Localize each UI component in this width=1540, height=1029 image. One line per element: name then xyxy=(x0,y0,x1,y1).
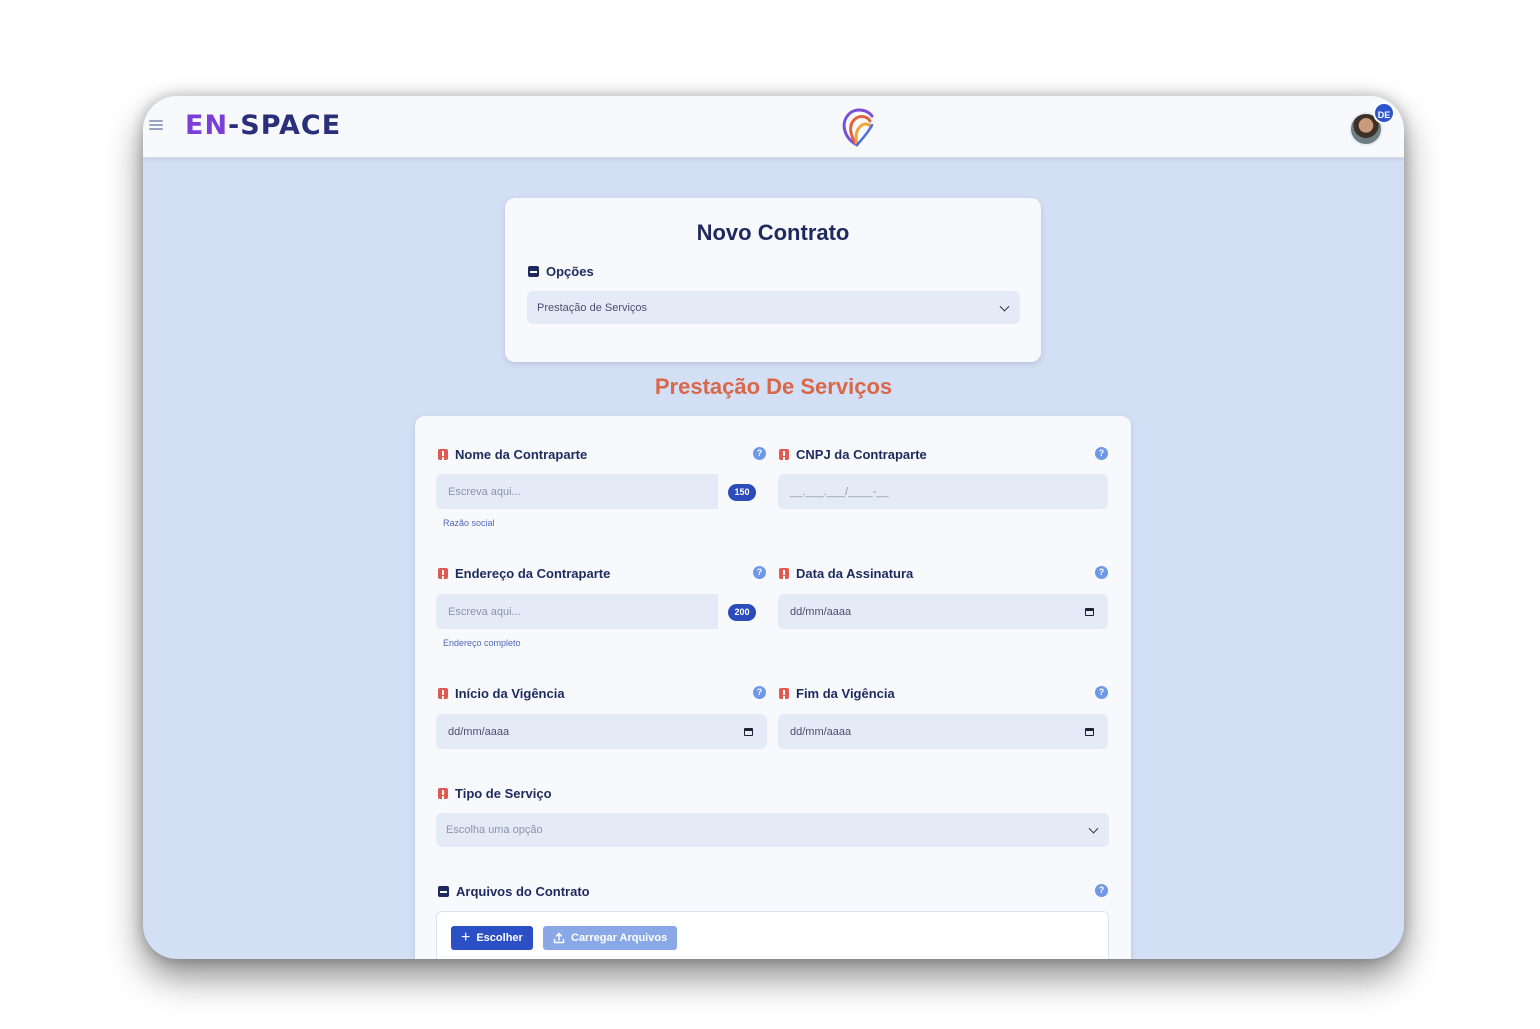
required-icon xyxy=(779,688,789,699)
contract-type-value: Prestação de Serviços xyxy=(537,301,648,314)
term-end-input[interactable]: dd/mm/aaaa xyxy=(778,714,1108,749)
counterparty-address-placeholder: Escreva aqui... xyxy=(448,605,521,618)
term-start-placeholder: dd/mm/aaaa xyxy=(448,725,510,738)
brand-logo-part-en: EN xyxy=(185,110,229,141)
term-end-placeholder: dd/mm/aaaa xyxy=(790,725,852,738)
term-start-label: Início da Vigência xyxy=(438,686,565,701)
help-icon[interactable]: ? xyxy=(1095,686,1108,699)
contract-files-label-text: Arquivos do Contrato xyxy=(456,884,590,899)
upload-files-button[interactable]: Carregar Arquivos xyxy=(543,926,678,950)
upload-files-label: Carregar Arquivos xyxy=(571,932,668,944)
term-end-label-text: Fim da Vigência xyxy=(796,686,895,701)
brand-logo-part-space: -SPACE xyxy=(228,110,342,141)
counterparty-name-label: Nome da Contraparte xyxy=(438,447,587,462)
counterparty-cnpj-input[interactable]: __.___.___/____-__ xyxy=(778,474,1108,509)
collapse-icon xyxy=(528,266,539,277)
term-start-label-text: Início da Vigência xyxy=(455,686,565,701)
file-upload-panel: + Escolher Carregar Arquivos xyxy=(436,911,1109,959)
signature-date-placeholder: dd/mm/aaaa xyxy=(790,605,852,618)
counterparty-name-input[interactable]: Escreva aqui... xyxy=(436,474,718,509)
signature-date-label: Data da Assinatura xyxy=(779,566,913,581)
counterparty-cnpj-label: CNPJ da Contraparte xyxy=(779,447,927,462)
counterparty-name-hint: Razão social xyxy=(443,518,495,528)
term-end-label: Fim da Vigência xyxy=(779,686,895,701)
required-icon xyxy=(438,568,448,579)
help-icon[interactable]: ? xyxy=(753,686,766,699)
calendar-icon[interactable] xyxy=(744,727,753,736)
help-icon[interactable]: ? xyxy=(1095,566,1108,579)
help-icon[interactable]: ? xyxy=(753,566,766,579)
required-icon xyxy=(779,449,789,460)
collapse-icon xyxy=(438,886,449,897)
char-counter-badge: 150 xyxy=(728,484,756,501)
help-icon[interactable]: ? xyxy=(1095,447,1108,460)
chevron-down-icon xyxy=(999,301,1010,312)
calendar-icon[interactable] xyxy=(1085,727,1094,736)
upload-icon xyxy=(553,932,565,944)
service-type-label: Tipo de Serviço xyxy=(438,786,552,801)
plus-icon: + xyxy=(461,929,471,946)
options-label-text: Opções xyxy=(546,264,594,279)
options-section-label[interactable]: Opções xyxy=(528,264,594,279)
counterparty-address-label-text: Endereço da Contraparte xyxy=(455,566,611,581)
menu-icon[interactable] xyxy=(149,118,163,132)
avatar-initials-badge: DE xyxy=(1373,102,1395,124)
required-icon xyxy=(438,788,448,799)
counterparty-name-placeholder: Escreva aqui... xyxy=(448,485,521,498)
required-icon xyxy=(779,568,789,579)
calendar-icon[interactable] xyxy=(1085,607,1094,616)
signature-date-label-text: Data da Assinatura xyxy=(796,566,914,581)
contract-type-select[interactable]: Prestação de Serviços xyxy=(527,291,1020,324)
form-title: Prestação De Serviços xyxy=(654,374,893,399)
counterparty-name-label-text: Nome da Contraparte xyxy=(455,447,588,462)
choose-files-label: Escolher xyxy=(476,932,523,944)
page-title: Novo Contrato xyxy=(696,220,850,245)
user-avatar-button[interactable]: DE xyxy=(1349,102,1395,146)
counterparty-cnpj-label-text: CNPJ da Contraparte xyxy=(796,447,927,462)
app-emblem-icon xyxy=(842,108,874,147)
contract-files-section-label[interactable]: Arquivos do Contrato xyxy=(438,884,590,899)
counterparty-address-label: Endereço da Contraparte xyxy=(438,566,610,581)
service-type-select[interactable]: Escolha uma opção xyxy=(436,813,1109,847)
chevron-down-icon xyxy=(1088,823,1099,834)
term-start-input[interactable]: dd/mm/aaaa xyxy=(436,714,767,749)
new-contract-card: Novo Contrato Opções Prestação de Serviç… xyxy=(505,198,1041,362)
top-navbar: EN-SPACE DE xyxy=(143,96,1404,158)
brand-logo[interactable]: EN-SPACE xyxy=(185,110,341,141)
counterparty-cnpj-placeholder: __.___.___/____-__ xyxy=(790,485,889,498)
required-icon xyxy=(438,449,448,460)
required-icon xyxy=(438,688,448,699)
char-counter-badge: 200 xyxy=(728,604,756,621)
choose-files-button[interactable]: + Escolher xyxy=(451,926,533,950)
counterparty-address-hint: Endereço completo xyxy=(443,638,521,648)
service-type-label-text: Tipo de Serviço xyxy=(455,786,552,801)
app-window: EN-SPACE DE Novo Contrato Opções Prestaç… xyxy=(143,96,1404,959)
counterparty-address-input[interactable]: Escreva aqui... xyxy=(436,594,718,629)
help-icon[interactable]: ? xyxy=(1095,884,1108,897)
service-type-placeholder: Escolha uma opção xyxy=(446,824,543,836)
contract-form: Nome da Contraparte ? Escreva aqui... 15… xyxy=(415,416,1131,959)
help-icon[interactable]: ? xyxy=(753,447,766,460)
signature-date-input[interactable]: dd/mm/aaaa xyxy=(778,594,1108,629)
